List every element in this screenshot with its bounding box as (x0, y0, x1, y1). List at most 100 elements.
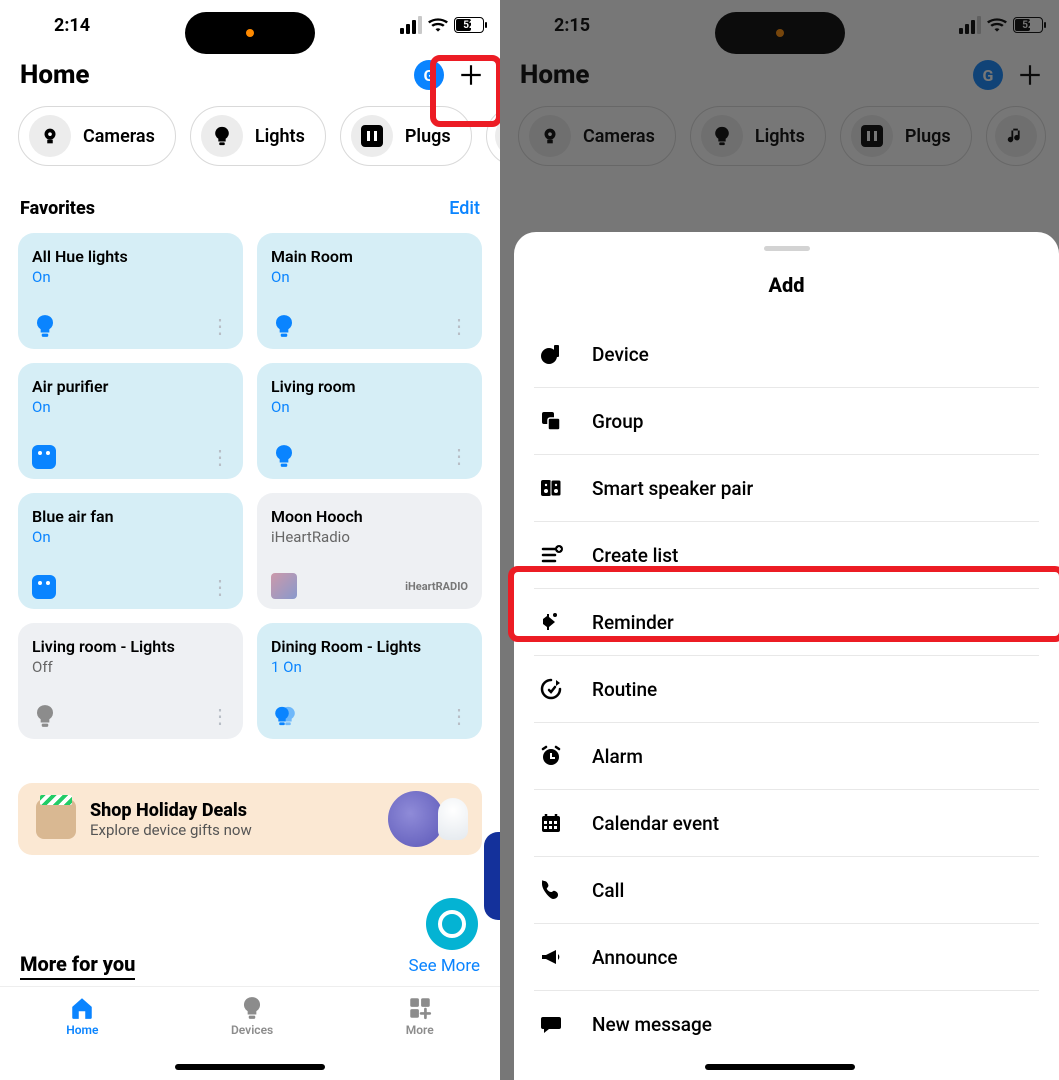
more-icon[interactable]: ⋮ (449, 323, 468, 329)
more-for-you-header: More for you See More (0, 952, 500, 980)
bulb-off-icon (32, 703, 58, 729)
favorite-tile[interactable]: All Hue lightsOn⋮ (18, 233, 243, 349)
message-icon (538, 1011, 564, 1037)
tab-more[interactable]: More (406, 995, 434, 1037)
more-icon[interactable]: ⋮ (449, 713, 468, 719)
package-icon (36, 799, 76, 839)
sheet-item-alarm[interactable]: Alarm (534, 723, 1039, 790)
home-indicator (175, 1064, 325, 1070)
sheet-item-routine[interactable]: Routine (534, 656, 1039, 723)
announce-icon (538, 944, 564, 970)
sheet-item-calendar[interactable]: Calendar event (534, 790, 1039, 857)
sheet-grabber[interactable] (764, 246, 810, 251)
chip-cameras[interactable]: Cameras (18, 106, 176, 166)
chip-label: Cameras (83, 126, 155, 147)
page-header: Home G (500, 50, 1059, 102)
plug-icon (361, 125, 383, 147)
page-title: Home (20, 60, 90, 90)
album-art-icon (271, 573, 297, 599)
chip-lights[interactable]: Lights (190, 106, 326, 166)
avatar[interactable]: G (973, 60, 1003, 90)
see-more-link[interactable]: See More (409, 956, 481, 976)
bulb-multi-icon (271, 703, 301, 729)
sheet-item-label: Smart speaker pair (592, 477, 753, 500)
call-icon (538, 877, 564, 903)
chip-cameras[interactable]: Cameras (518, 106, 676, 166)
add-button[interactable] (1015, 60, 1045, 90)
chip-plugs[interactable]: Plugs (840, 106, 972, 166)
add-button[interactable] (456, 60, 486, 90)
brand-label: iHeartRADIO (405, 580, 468, 593)
sheet-item-call[interactable]: Call (534, 857, 1039, 924)
sheet-item-message[interactable]: New message (534, 991, 1039, 1057)
sheet-title: Add (514, 273, 1059, 297)
sheet-item-label: Alarm (592, 745, 643, 768)
favorite-tile[interactable]: Air purifierOn⋮ (18, 363, 243, 479)
status-right: 52 (400, 16, 484, 34)
add-sheet: Add Device Group Smart speaker pair Crea… (514, 232, 1059, 1080)
device-icon (538, 341, 564, 367)
tab-label: Devices (231, 1023, 273, 1037)
alexa-icon (438, 910, 466, 938)
more-icon[interactable]: ⋮ (210, 713, 229, 719)
favorite-tile[interactable]: Living roomOn⋮ (257, 363, 482, 479)
favorite-tile[interactable]: Blue air fanOn⋮ (18, 493, 243, 609)
bulb-icon (271, 443, 297, 469)
chip-label: Lights (755, 126, 805, 147)
chip-music[interactable] (486, 106, 500, 166)
chip-music[interactable] (986, 106, 1046, 166)
favorite-tile[interactable]: Moon HoochiHeartRadioiHeartRADIO (257, 493, 482, 609)
sheet-item-create-list[interactable]: Create list (534, 522, 1039, 589)
list-icon (538, 542, 564, 568)
sheet-item-reminder[interactable]: Reminder (534, 589, 1039, 656)
battery-icon: 52 (1013, 17, 1043, 33)
tab-home[interactable]: Home (66, 995, 98, 1037)
sheet-item-label: Create list (592, 544, 678, 567)
home-indicator (705, 1064, 855, 1070)
category-chips: Cameras Lights Plugs (0, 102, 500, 184)
more-icon[interactable]: ⋮ (210, 454, 229, 460)
bulb-icon (239, 995, 265, 1021)
promo-banner[interactable]: Shop Holiday DealsExplore device gifts n… (18, 783, 482, 855)
sheet-item-group[interactable]: Group (534, 388, 1039, 455)
promo-title: Shop Holiday Deals (90, 800, 252, 821)
dynamic-island (715, 12, 845, 54)
category-chips: Cameras Lights Plugs (500, 102, 1059, 184)
favorite-tile[interactable]: Main RoomOn⋮ (257, 233, 482, 349)
sheet-item-label: Calendar event (592, 812, 719, 835)
more-icon[interactable]: ⋮ (210, 323, 229, 329)
alexa-fab[interactable] (426, 898, 478, 950)
favorite-tile[interactable]: Living room - LightsOff⋮ (18, 623, 243, 739)
chip-lights[interactable]: Lights (690, 106, 826, 166)
battery-icon: 52 (454, 17, 484, 33)
avatar[interactable]: G (414, 60, 444, 90)
status-bar: 2:14 52 (0, 0, 500, 50)
sheet-item-announce[interactable]: Announce (534, 924, 1039, 991)
more-icon[interactable]: ⋮ (210, 584, 229, 590)
promo-subtitle: Explore device gifts now (90, 821, 252, 839)
tab-devices[interactable]: Devices (231, 995, 273, 1037)
more-grid-icon (407, 995, 433, 1021)
sheet-item-label: Group (592, 410, 643, 433)
more-icon[interactable]: ⋮ (449, 453, 468, 459)
favorite-tile[interactable]: Dining Room - Lights1 On⋮ (257, 623, 482, 739)
promo-peek[interactable] (484, 832, 500, 920)
chip-plugs[interactable]: Plugs (340, 106, 472, 166)
cellular-icon (959, 16, 981, 34)
bulb-product-icon (438, 798, 468, 840)
sheet-item-speaker-pair[interactable]: Smart speaker pair (534, 455, 1039, 522)
sheet-item-label: New message (592, 1013, 712, 1036)
sheet-item-label: Device (592, 343, 649, 366)
favorites-edit-link[interactable]: Edit (449, 198, 480, 219)
phone-left: 2:14 52 Home G Cameras Lights Plugs Favo… (0, 0, 500, 1080)
wifi-icon (987, 17, 1007, 33)
sheet-item-device[interactable]: Device (534, 321, 1039, 388)
sheet-item-label: Call (592, 879, 624, 902)
more-for-you-title: More for you (20, 952, 135, 980)
status-time: 2:14 (54, 15, 90, 36)
chip-label: Lights (255, 126, 305, 147)
speaker-pair-icon (538, 475, 564, 501)
page-header: Home G (0, 50, 500, 102)
wifi-icon (428, 17, 448, 33)
routine-icon (538, 676, 564, 702)
